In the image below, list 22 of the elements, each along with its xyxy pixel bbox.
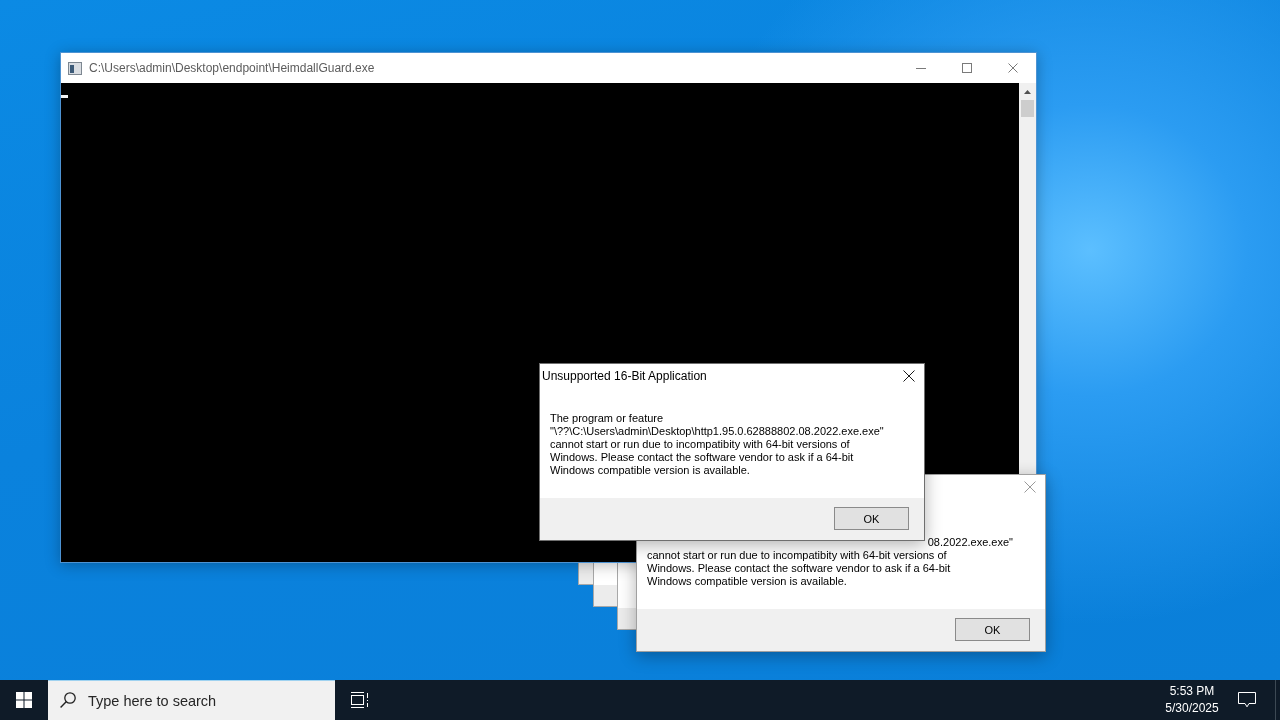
search-icon [60,692,76,708]
ok-button[interactable]: OK [955,618,1030,641]
dialog-title: Unsupported 16-Bit Application [542,369,708,383]
ok-button[interactable]: OK [834,507,909,530]
taskbar-clock[interactable]: 5:53 PM 5/30/2025 [1157,680,1227,720]
message-text: The program or feature "\??\C:\Users\admin\Desktop\http1.95.0.62888802.08.2022.exe.exe" cannot start or run due to incompatibity with 64-bit versions of Windows. Please contact the software vendor to ask if a 64-bit Windows compatible version is available. [550,412,885,477]
terminal-icon [68,61,82,75]
minimize-icon [916,67,926,69]
window-title: C:\Users\admin\Desktop\endpoint\HeimdallGuard.exe [89,61,376,75]
close-icon [903,370,915,382]
message-text: 08.2022.exe.exe" [927,536,1013,549]
message-text: cannot start or run due to incompatibity with 64-bit versions of Windows. Please contact the software vendor to ask if a 64-bit Windows compatible version is available. [647,549,952,588]
close-icon [1024,481,1036,493]
caret-up-icon [1024,89,1031,94]
maximize-icon [962,63,972,73]
windows-logo-icon [16,692,32,708]
search-field[interactable]: Type here to search [48,680,335,720]
speech-bubble-icon [1238,692,1256,708]
task-view-icon [349,692,369,708]
close-icon [1008,63,1018,73]
scrollbar-thumb[interactable] [1021,100,1034,117]
text-cursor [61,95,68,98]
